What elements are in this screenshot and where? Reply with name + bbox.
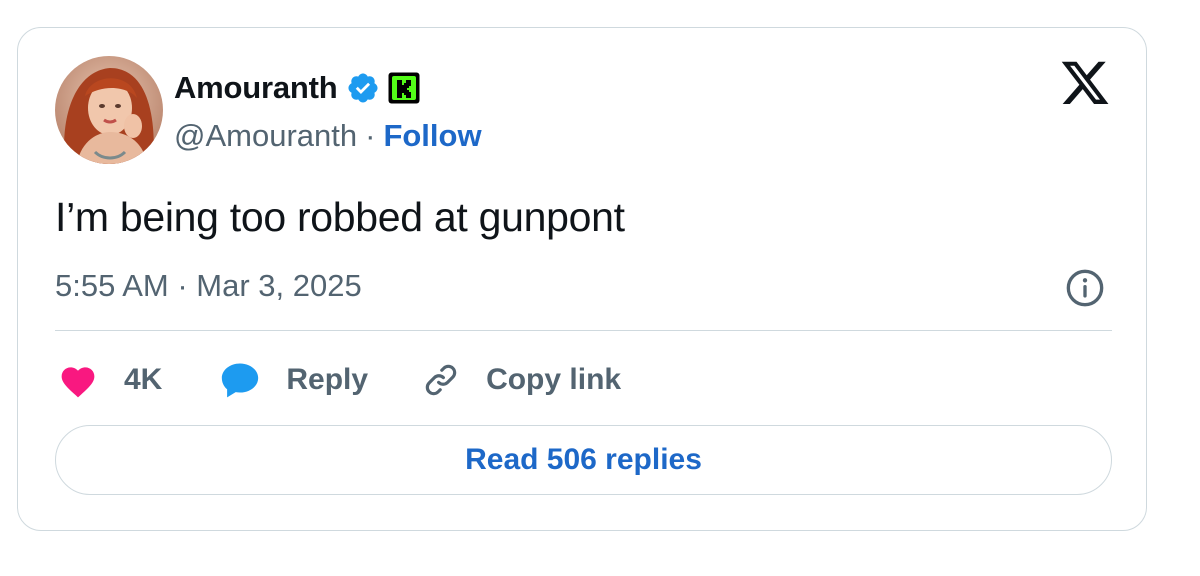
read-replies-button[interactable]: Read 506 replies (55, 425, 1112, 495)
speech-bubble-icon (220, 361, 260, 399)
tweet-text: I’m being too robbed at gunpont (55, 194, 625, 240)
author-display-name[interactable]: Amouranth (174, 70, 338, 106)
avatar[interactable] (55, 56, 163, 164)
kick-badge-icon (388, 72, 420, 104)
divider (55, 330, 1112, 331)
reply-label: Reply (286, 363, 369, 396)
copy-link-label: Copy link (486, 363, 622, 396)
copy-link-button[interactable]: Copy link (422, 361, 621, 399)
tweet-timestamp[interactable]: 5:55 AM · Mar 3, 2025 (55, 268, 362, 304)
separator-dot: · (365, 118, 376, 153)
like-button[interactable]: 4K (58, 362, 162, 398)
verified-icon (346, 71, 380, 105)
tweet-card: Amouranth @Amouranth · Follow I’m being … (17, 27, 1147, 531)
heart-icon (58, 362, 98, 398)
info-icon[interactable] (1065, 268, 1105, 308)
link-icon (422, 361, 460, 399)
x-logo-icon[interactable] (1059, 61, 1111, 109)
author-name-row: Amouranth (174, 66, 420, 110)
follow-link[interactable]: Follow (383, 118, 481, 154)
author-handle-row: @Amouranth · Follow (174, 116, 482, 156)
action-bar: 4K Reply Copy link (58, 356, 621, 404)
like-count: 4K (124, 363, 163, 396)
reply-button[interactable]: Reply (220, 361, 368, 399)
author-handle[interactable]: @Amouranth (174, 118, 357, 154)
avatar-image (55, 56, 163, 164)
